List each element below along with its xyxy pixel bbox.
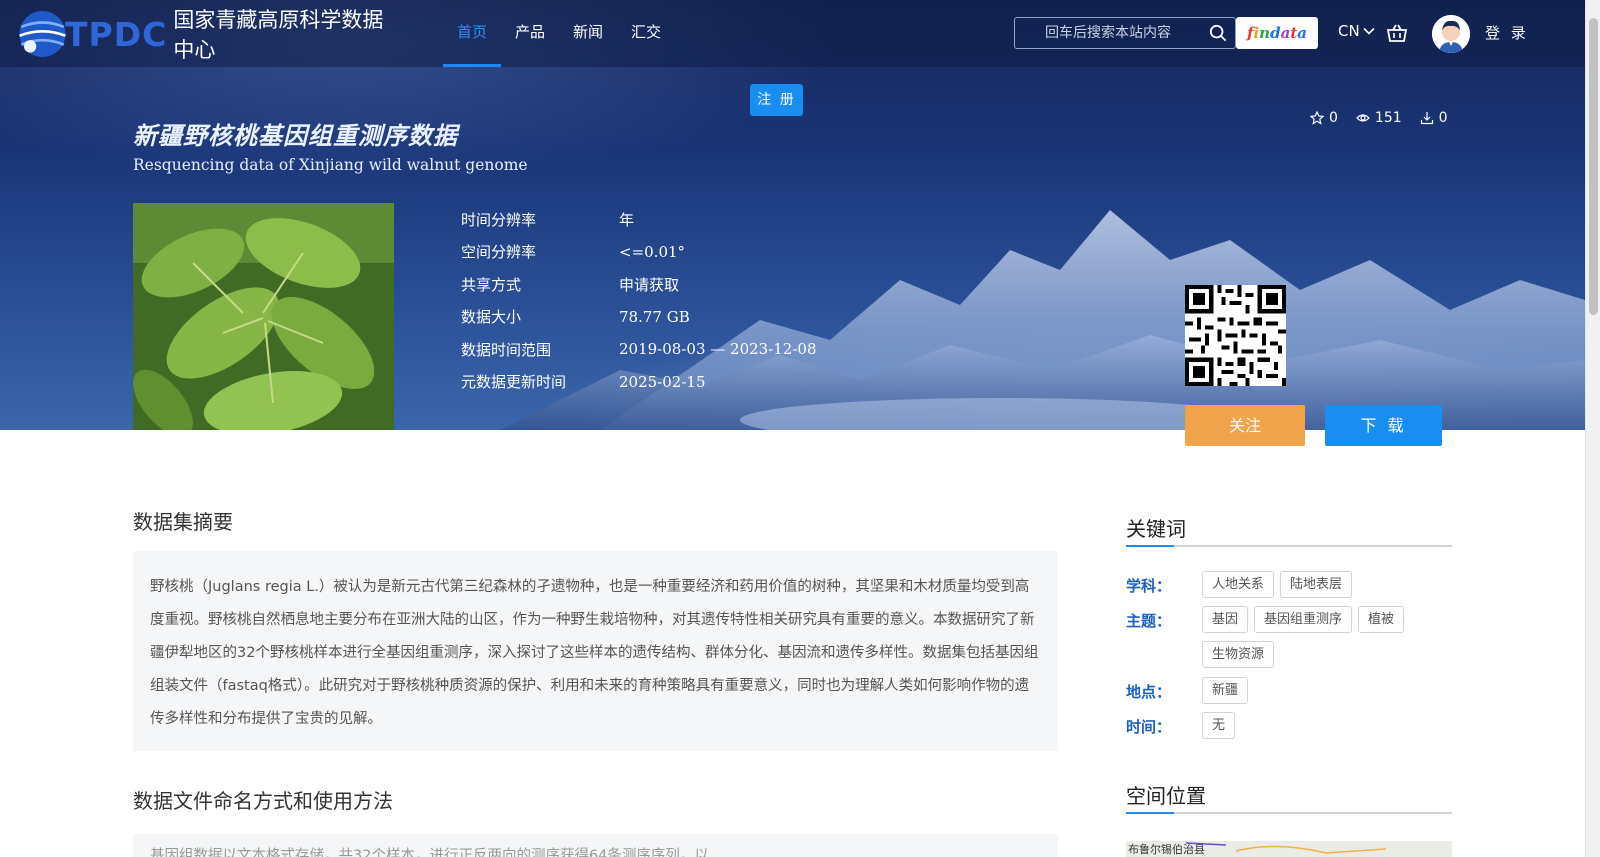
walnut-leaves-image (133, 203, 394, 430)
site-logo[interactable]: TPDC 国家青藏高原科学数据中心 (16, 4, 396, 64)
scrollbar-thumb[interactable] (1589, 18, 1598, 315)
keyword-tag[interactable]: 无 (1202, 712, 1236, 739)
meta-row: 共享方式 申请获取 (461, 268, 817, 301)
user-avatar-icon (1432, 15, 1470, 53)
meta-key: 数据大小 (461, 308, 522, 327)
keyword-group-time: 时间： 无 (1126, 712, 1452, 739)
naming-heading: 数据文件命名方式和使用方法 (133, 789, 393, 813)
download-icon (1420, 112, 1433, 125)
meta-row: 元数据更新时间 2025-02-15 (461, 366, 817, 399)
meta-key: 元数据更新时间 (461, 373, 567, 392)
meta-key: 数据时间范围 (461, 340, 552, 359)
keywords-heading: 关键词 (1126, 517, 1186, 541)
meta-row: 时间分辨率 年 (461, 203, 817, 236)
downloads-stat: 0 (1420, 110, 1448, 126)
keyword-label: 地点： (1126, 683, 1172, 701)
keyword-tag[interactable]: 基因组重测序 (1254, 606, 1353, 633)
keyword-tag[interactable]: 基因 (1202, 606, 1249, 633)
keyword-label: 主题： (1126, 612, 1172, 630)
keyword-group-place: 地点： 新疆 (1126, 677, 1452, 704)
meta-value: 2019-08-03 — 2023-12-08 (619, 340, 817, 359)
views-stat: 151 (1356, 110, 1402, 126)
keyword-group-theme: 主题： 基因 基因组重测序 植被 生物资源 (1126, 606, 1452, 668)
star-icon (1310, 111, 1324, 125)
dataset-stats: 0 151 0 (1310, 110, 1448, 126)
logo-text-en: TPDC (65, 14, 168, 54)
main-nav: 首页 产品 新闻 汇交 (443, 0, 675, 67)
shopping-basket-icon[interactable] (1386, 22, 1408, 44)
meta-value: 78.77 GB (619, 307, 690, 326)
language-label: CN (1338, 22, 1360, 40)
logo-text-cn: 国家青藏高原科学数据中心 (173, 8, 384, 62)
favorites-stat[interactable]: 0 (1310, 110, 1338, 126)
views-count: 151 (1374, 110, 1402, 126)
globe-logo-icon (19, 11, 66, 57)
meta-row: 数据大小 78.77 GB (461, 301, 817, 334)
keyword-tag[interactable]: 新疆 (1202, 677, 1249, 704)
register-button[interactable]: 注 册 (750, 84, 803, 116)
meta-value: 2025-02-15 (619, 372, 706, 391)
meta-key: 共享方式 (461, 275, 522, 294)
keyword-tag[interactable]: 植被 (1358, 606, 1405, 633)
nav-item-news[interactable]: 新闻 (559, 0, 617, 67)
eye-icon (1356, 114, 1370, 122)
downloads-count: 0 (1438, 110, 1448, 126)
dataset-thumbnail (133, 203, 394, 430)
location-map[interactable]: 布鲁尔锡伯治县 (1126, 841, 1452, 857)
favorites-count: 0 (1329, 110, 1338, 126)
keywords-divider (1126, 545, 1452, 547)
meta-key: 时间分辨率 (461, 210, 537, 229)
nav-item-products[interactable]: 产品 (501, 0, 559, 67)
search-icon[interactable] (1209, 24, 1227, 42)
nav-item-submit[interactable]: 汇交 (617, 0, 675, 67)
meta-row: 空间分辨率 <=0.01° (461, 236, 817, 269)
search-input[interactable] (1015, 18, 1195, 48)
chevron-down-icon (1363, 27, 1375, 35)
login-link[interactable]: 登 录 (1485, 22, 1529, 43)
meta-value: <=0.01° (619, 242, 686, 261)
meta-value: 年 (619, 210, 635, 229)
avatar[interactable] (1432, 15, 1470, 53)
naming-text: 基因组数据以文本格式存储，共32个样本，进行正反两向的测序获得64条测序序列，以 (133, 834, 1058, 857)
meta-row: 数据时间范围 2019-08-03 — 2023-12-08 (461, 333, 817, 366)
keyword-tag[interactable]: 生物资源 (1202, 641, 1275, 668)
language-selector[interactable]: CN (1338, 22, 1375, 40)
location-divider (1126, 812, 1452, 814)
map-roads (1185, 842, 1387, 854)
abstract-heading: 数据集摘要 (133, 510, 233, 534)
keyword-tag[interactable]: 陆地表层 (1280, 571, 1353, 598)
search-box (1014, 17, 1236, 49)
keyword-label: 时间： (1126, 718, 1172, 736)
meta-value: 申请获取 (619, 275, 680, 294)
qr-code (1185, 285, 1286, 386)
follow-button[interactable]: 关注 (1185, 405, 1305, 446)
dataset-title-en: Resquencing data of Xinjiang wild walnut… (133, 156, 528, 174)
page-scrollbar[interactable] (1585, 0, 1600, 857)
dataset-title-cn: 新疆野核桃基因组重测序数据 (133, 122, 458, 150)
meta-key: 空间分辨率 (461, 243, 537, 262)
keyword-group-discipline: 学科： 人地关系 陆地表层 (1126, 571, 1452, 598)
abstract-text: 野核桃（Juglans regia L.）被认为是新元古代第三纪森林的孑遗物种，… (133, 551, 1058, 751)
keyword-label: 学科： (1126, 577, 1172, 595)
download-button[interactable]: 下 载 (1325, 405, 1442, 446)
keyword-tag[interactable]: 人地关系 (1202, 571, 1275, 598)
nav-item-home[interactable]: 首页 (443, 0, 502, 67)
findata-button[interactable]: findata (1236, 17, 1318, 49)
location-heading: 空间位置 (1126, 784, 1206, 808)
dataset-metadata: 时间分辨率 年 空间分辨率 <=0.01° 共享方式 申请获取 数据大小 78.… (461, 203, 817, 398)
